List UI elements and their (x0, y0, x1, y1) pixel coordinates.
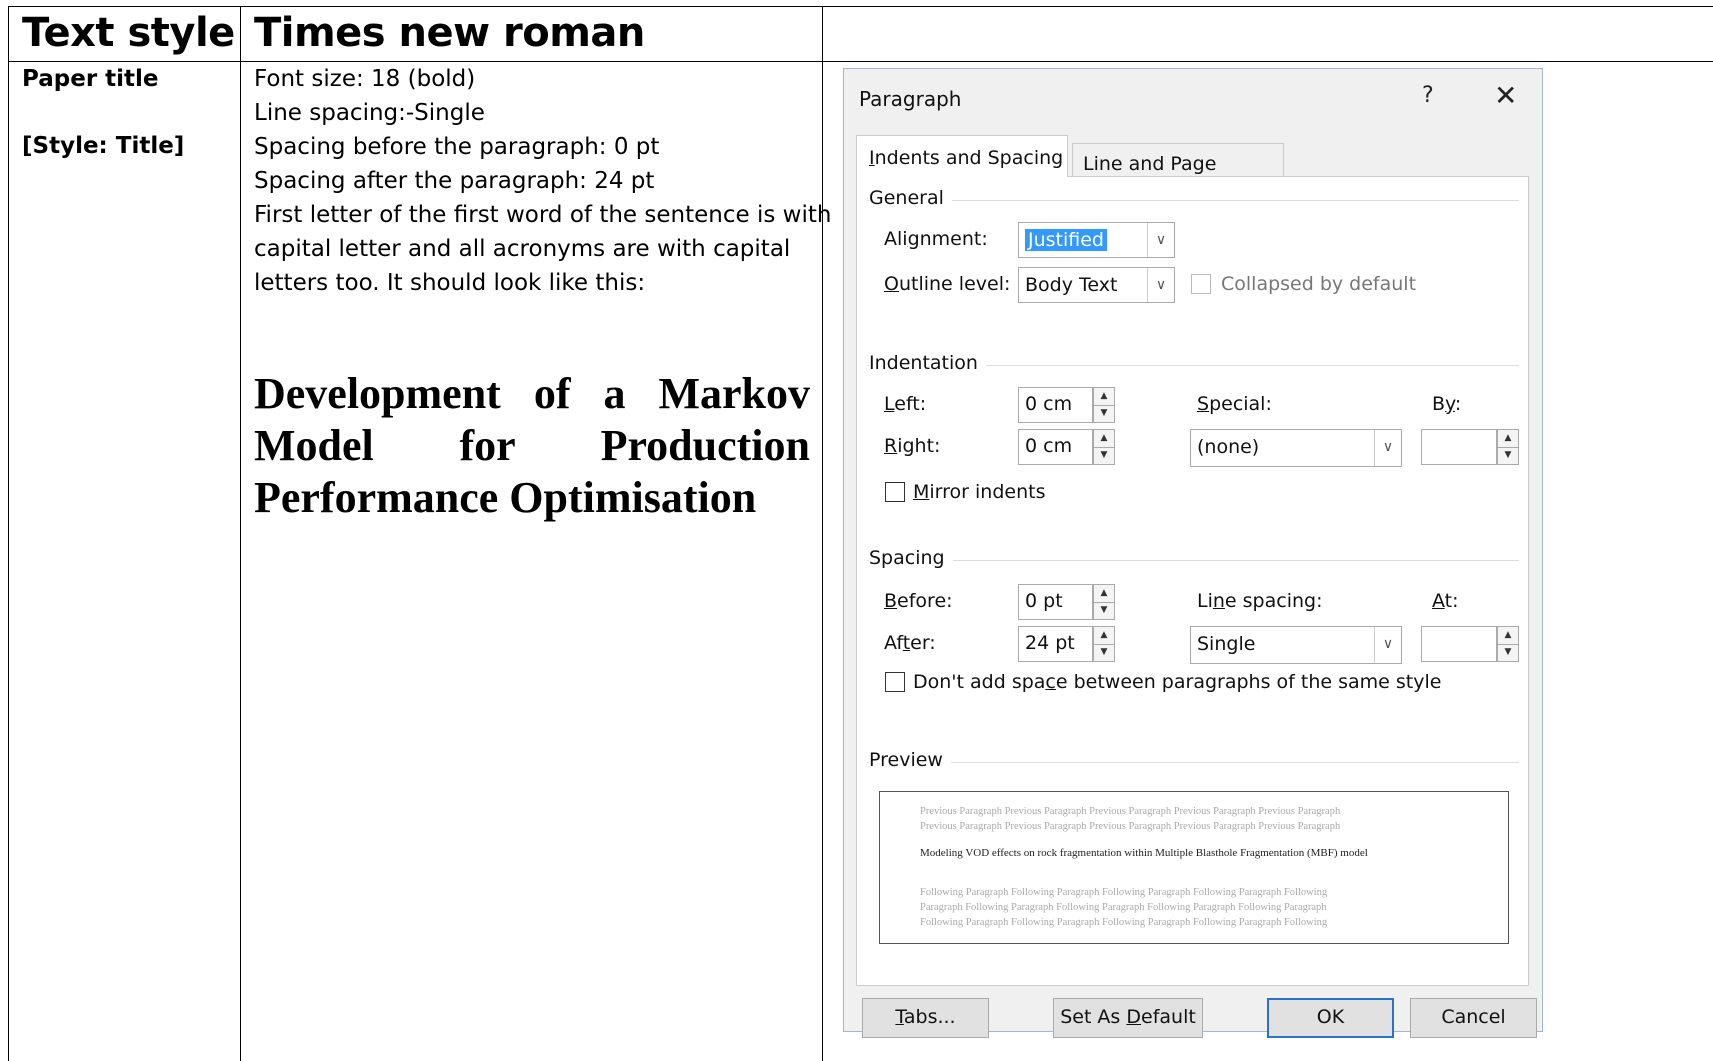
special-label: Special: (1197, 393, 1272, 415)
left-indent-spinner[interactable]: ▲ ▼ (1093, 387, 1115, 423)
close-icon[interactable]: ✕ (1494, 79, 1517, 112)
by-input[interactable] (1421, 429, 1497, 465)
alignment-label: Alignment: (884, 228, 988, 250)
preview-previous-line: Previous Paragraph Previous Paragraph Pr… (920, 806, 1341, 817)
desc-spacing-after: Spacing after the paragraph: 24 pt (254, 168, 655, 194)
ok-button[interactable]: OK (1267, 998, 1394, 1038)
alignment-select[interactable]: Justified ∨ (1018, 222, 1175, 258)
preview-rule (867, 762, 1519, 763)
alignment-value: Justified (1025, 229, 1107, 251)
desc-capitalisation-2: capital letter and all acronyms are with… (254, 236, 791, 262)
outline-level-select[interactable]: Body Text ∨ (1018, 267, 1175, 303)
special-select[interactable]: (none) ∨ (1190, 429, 1402, 467)
outline-level-label: Outline level: (884, 273, 1011, 295)
after-label: After: (884, 632, 936, 654)
header-text-style: Text style (22, 10, 235, 56)
at-spinner[interactable]: ▲ ▼ (1497, 626, 1519, 662)
line-spacing-label: Line spacing: (1197, 590, 1323, 612)
special-value: (none) (1197, 436, 1260, 458)
chevron-down-icon: ∨ (1374, 430, 1401, 466)
indentation-section-label: Indentation (869, 352, 986, 374)
right-indent-label: Right: (884, 435, 941, 457)
by-label: By: (1432, 393, 1462, 415)
line-spacing-select[interactable]: Single ∨ (1190, 626, 1402, 664)
set-as-default-button[interactable]: Set As Default (1053, 998, 1203, 1038)
header-font-name: Times new roman (254, 10, 645, 56)
desc-capitalisation-1: First letter of the first word of the se… (254, 202, 832, 228)
paragraph-dialog: Paragraph ? ✕ Line and Page Breaks Gener… (843, 68, 1543, 1038)
after-input[interactable]: 24 pt (1018, 626, 1093, 662)
line-spacing-value: Single (1197, 633, 1256, 655)
left-indent-label: Left: (884, 393, 927, 415)
tab-indents-and-spacing[interactable]: Indents and Spacing (856, 135, 1068, 177)
general-rule (867, 200, 1519, 201)
spacing-section-label: Spacing (869, 547, 953, 569)
outline-level-value: Body Text (1025, 274, 1118, 296)
before-label: Before: (884, 590, 953, 612)
at-label: At: (1432, 590, 1459, 612)
sample-paper-title: Development of a Markov Model for Produc… (254, 369, 810, 522)
table-left-border (8, 6, 9, 1061)
tabs-button[interactable]: Tabs... (862, 998, 989, 1038)
preview-previous-line: Previous Paragraph Previous Paragraph Pr… (920, 821, 1341, 832)
desc-line-spacing: Line spacing:-Single (254, 100, 485, 126)
preview-following-line: Following Paragraph Following Paragraph … (920, 917, 1328, 928)
before-input[interactable]: 0 pt (1018, 584, 1093, 620)
before-spinner[interactable]: ▲ ▼ (1093, 584, 1115, 620)
preview-following-line: Paragraph Following Paragraph Following … (920, 902, 1327, 913)
table-top-border (8, 6, 1713, 7)
row-label-paper-title: Paper title (22, 66, 159, 92)
collapsed-by-default-label: Collapsed by default (1221, 273, 1417, 295)
help-icon[interactable]: ? (1422, 83, 1434, 108)
preview-section-label: Preview (869, 749, 951, 771)
chevron-down-icon: ∨ (1147, 223, 1174, 257)
at-input[interactable] (1421, 626, 1497, 662)
dont-add-space-label: Don't add space between paragraphs of th… (913, 671, 1442, 693)
table-col1-divider (240, 6, 241, 1061)
after-spinner[interactable]: ▲ ▼ (1093, 626, 1115, 662)
mirror-indents-label: Mirror indents (913, 481, 1046, 503)
collapsed-by-default-checkbox[interactable] (1191, 274, 1211, 294)
right-indent-input[interactable]: 0 cm (1018, 429, 1093, 465)
preview-sample-text: Modeling VOD effects on rock fragmentati… (920, 847, 1368, 859)
tab-line-and-page-breaks[interactable]: Line and Page Breaks (1072, 143, 1284, 197)
spacing-rule (867, 560, 1519, 561)
general-section-label: General (869, 187, 952, 209)
chevron-down-icon: ∨ (1374, 627, 1401, 663)
left-indent-input[interactable]: 0 cm (1018, 387, 1093, 423)
desc-font-size: Font size: 18 (bold) (254, 66, 476, 92)
preview-box: Previous Paragraph Previous Paragraph Pr… (879, 791, 1509, 944)
tab-label: Indents and Spacing (869, 147, 1064, 169)
mirror-indents-checkbox[interactable] (885, 482, 905, 502)
desc-spacing-before: Spacing before the paragraph: 0 pt (254, 134, 660, 160)
dont-add-space-checkbox[interactable] (885, 672, 905, 692)
right-indent-spinner[interactable]: ▲ ▼ (1093, 429, 1115, 465)
preview-following-line: Following Paragraph Following Paragraph … (920, 887, 1328, 898)
dialog-title: Paragraph (859, 87, 962, 111)
table-col2-divider (822, 6, 823, 1061)
desc-capitalisation-3: letters too. It should look like this: (254, 270, 646, 296)
chevron-down-icon: ∨ (1147, 268, 1174, 302)
cancel-button[interactable]: Cancel (1410, 998, 1537, 1038)
row-style-name: [Style: Title] (22, 133, 185, 159)
by-spinner[interactable]: ▲ ▼ (1497, 429, 1519, 465)
